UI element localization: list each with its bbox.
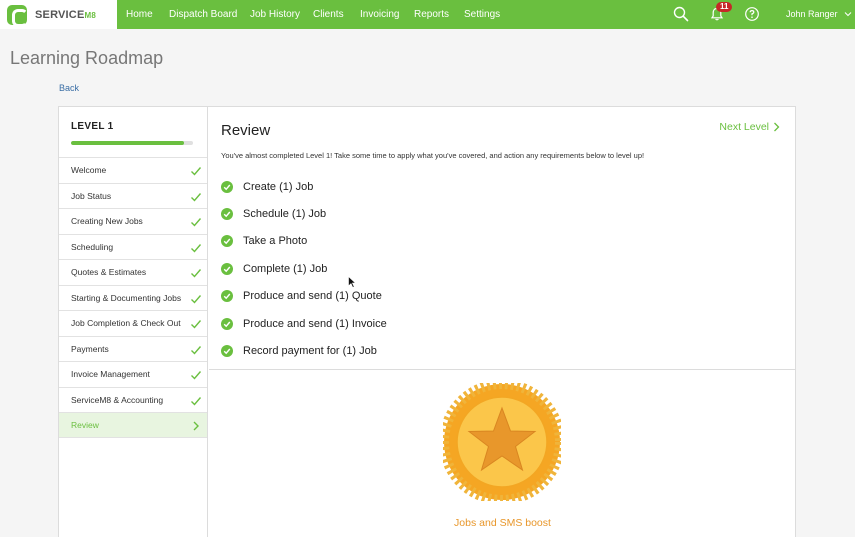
back-link[interactable]: Back — [59, 83, 79, 93]
sidebar-item-label: Payments — [71, 343, 109, 354]
sidebar-item-label: ServiceM8 & Accounting — [71, 394, 164, 405]
checkmark-icon — [191, 243, 202, 253]
requirement-item: Schedule (1) Job — [221, 200, 387, 227]
user-name: John Ranger — [786, 9, 838, 19]
nav-home[interactable]: Home — [126, 0, 153, 29]
lesson-list: Welcome Job Status Creating New Jobs Schedu… — [59, 157, 207, 438]
checkmark-icon — [191, 269, 202, 278]
checkmark-icon — [191, 320, 202, 329]
chevron-right-icon — [193, 421, 199, 431]
top-nav-bar: SERVICEM8 Home Dispatch Board Job Histor… — [0, 0, 855, 29]
next-level-label: Next Level — [719, 121, 769, 133]
sidebar-item-label: Scheduling — [71, 241, 114, 252]
sidebar-item-label: Starting & Documenting Jobs — [71, 292, 182, 303]
checkmark-icon — [191, 192, 202, 202]
brand-suffix: M8 — [84, 10, 97, 20]
next-level-button[interactable]: Next Level — [719, 121, 780, 133]
search-icon[interactable] — [673, 6, 689, 22]
requirement-item: Create (1) Job — [221, 173, 387, 200]
brand-name: SERVICE — [35, 8, 85, 21]
check-circle-icon — [221, 180, 233, 193]
check-circle-icon — [221, 345, 233, 358]
nav-settings[interactable]: Settings — [464, 0, 500, 29]
check-circle-icon — [221, 235, 233, 248]
reward-label: Jobs and SMS boost — [454, 517, 551, 529]
nav-job-history[interactable]: Job History — [250, 0, 300, 29]
level-progress-fill — [71, 141, 185, 145]
level-sidebar: LEVEL 1 Welcome Job Status Creating New Jo… — [59, 107, 208, 537]
review-intro: You've almost completed Level 1! Take so… — [221, 151, 645, 160]
checkmark-icon — [191, 167, 202, 176]
requirement-item: Produce and send (1) Invoice — [221, 310, 387, 337]
sidebar-item[interactable]: Welcome — [59, 157, 207, 183]
sidebar-item-label: Job Completion & Check Out — [71, 318, 181, 328]
sidebar-item[interactable]: Review — [59, 412, 207, 438]
checkmark-icon — [191, 371, 202, 380]
check-circle-icon — [221, 290, 233, 303]
sidebar-item[interactable]: Quotes & Estimates — [59, 259, 207, 285]
logo-icon — [7, 4, 28, 27]
chevron-down-icon — [844, 12, 852, 17]
checkmark-icon — [191, 345, 202, 355]
checkmark-icon — [191, 396, 202, 406]
sidebar-item[interactable]: Job Status — [59, 182, 207, 209]
sidebar-item[interactable]: Scheduling — [59, 233, 207, 260]
requirement-item: Take a Photo — [221, 228, 387, 255]
requirement-label: Take a Photo — [243, 235, 308, 248]
sidebar-item-label: Invoice Management — [71, 369, 150, 379]
chevron-right-icon — [774, 122, 780, 132]
requirement-label: Schedule (1) Job — [243, 208, 327, 221]
requirement-item: Record payment for (1) Job — [221, 337, 387, 364]
help-icon[interactable] — [744, 6, 760, 22]
notification-badge: 11 — [716, 2, 733, 12]
check-circle-icon — [221, 208, 233, 221]
user-menu[interactable]: John Ranger — [786, 0, 852, 29]
sidebar-item[interactable]: Job Completion & Check Out — [59, 310, 207, 336]
sidebar-item-label: Creating New Jobs — [71, 216, 143, 226]
requirement-label: Create (1) Job — [243, 180, 314, 193]
requirement-item: Complete (1) Job — [221, 255, 387, 282]
requirement-label: Complete (1) Job — [243, 262, 328, 275]
level-title: LEVEL 1 — [71, 121, 114, 132]
sidebar-item-label: Quotes & Estimates — [71, 267, 147, 277]
section-divider — [209, 369, 796, 370]
check-circle-icon — [221, 262, 233, 275]
sidebar-item[interactable]: Payments — [59, 335, 207, 362]
nav-dispatch-board[interactable]: Dispatch Board — [169, 0, 237, 29]
checkmark-icon — [191, 294, 202, 304]
page-title: Learning Roadmap — [10, 48, 164, 68]
level-progress-bar — [71, 141, 193, 145]
sidebar-item[interactable]: ServiceM8 & Accounting — [59, 386, 207, 413]
nav-clients[interactable]: Clients — [313, 0, 344, 29]
requirement-item: Produce and send (1) Quote — [221, 283, 387, 310]
checkmark-icon — [191, 218, 202, 227]
roadmap-panel: LEVEL 1 Welcome Job Status Creating New Jo… — [58, 106, 796, 537]
review-content: Review Next Level You've almost complete… — [209, 107, 796, 537]
sidebar-item-label: Job Status — [71, 190, 112, 201]
requirement-label: Record payment for (1) Job — [243, 345, 377, 358]
sidebar-item[interactable]: Starting & Documenting Jobs — [59, 284, 207, 311]
nav-invoicing[interactable]: Invoicing — [360, 0, 399, 29]
requirement-label: Produce and send (1) Quote — [243, 290, 382, 303]
requirement-label: Produce and send (1) Invoice — [243, 317, 387, 330]
requirement-list: Create (1) Job Schedule (1) Job Take a Pho… — [221, 173, 387, 365]
check-circle-icon — [221, 317, 233, 330]
sidebar-item-label: Welcome — [71, 165, 107, 175]
servicem8-logo[interactable]: SERVICEM8 — [0, 0, 117, 29]
sidebar-item[interactable]: Creating New Jobs — [59, 208, 207, 234]
sidebar-item[interactable]: Invoice Management — [59, 361, 207, 387]
nav-reports[interactable]: Reports — [414, 0, 449, 29]
sidebar-item-label: Review — [71, 420, 99, 430]
gold-medal-star-icon — [443, 383, 561, 501]
review-title: Review — [221, 122, 271, 139]
mouse-pointer-icon — [348, 276, 356, 288]
